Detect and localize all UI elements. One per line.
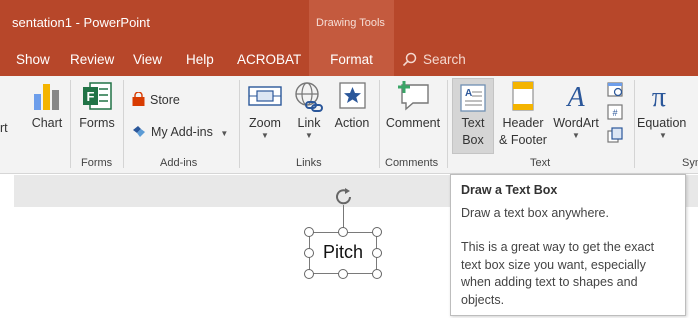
- header-footer-label: Header & Footer: [496, 115, 550, 149]
- resize-handle[interactable]: [304, 227, 314, 237]
- chevron-down-icon: ▼: [261, 131, 269, 140]
- drawing-tools-label: Drawing Tools: [316, 17, 385, 29]
- chart-label: Chart: [31, 116, 63, 130]
- tab-review[interactable]: Review: [70, 44, 114, 76]
- smartart-label: rt: [0, 121, 8, 135]
- group-divider: [379, 80, 380, 168]
- group-divider: [123, 80, 124, 168]
- drawing-tools-context-header: Drawing Tools: [309, 0, 394, 44]
- svg-text:A: A: [465, 88, 472, 99]
- group-label-forms: Forms: [81, 157, 113, 169]
- ribbon-panel: rt Chart F Forms Forms Store My Add-ins …: [0, 76, 698, 174]
- new-comment-icon: [398, 81, 429, 111]
- link-button[interactable]: Link ▼: [290, 80, 328, 140]
- svg-text:π: π: [652, 82, 666, 112]
- group-label-addins: Add-ins: [160, 157, 198, 169]
- tell-me-search[interactable]: Search: [402, 44, 466, 76]
- search-icon: [402, 52, 417, 67]
- header-footer-icon: [512, 81, 534, 111]
- resize-handle[interactable]: [304, 269, 314, 279]
- store-button[interactable]: Store: [131, 91, 180, 107]
- date-time-icon[interactable]: [606, 80, 624, 98]
- header-footer-label-line2: & Footer: [499, 133, 547, 147]
- text-box-label-line1: Text: [461, 116, 485, 130]
- resize-handle[interactable]: [338, 227, 348, 237]
- slide-number-icon[interactable]: #: [606, 103, 624, 121]
- comment-label: Comment: [385, 116, 441, 130]
- zoom-slides-icon: [248, 86, 282, 106]
- rotate-handle-icon[interactable]: [333, 186, 355, 208]
- tab-format[interactable]: Format: [309, 44, 394, 76]
- chart-icon: [34, 84, 59, 110]
- action-label: Action: [334, 116, 370, 130]
- addins-icon: [133, 126, 145, 137]
- chevron-down-icon: ▼: [305, 131, 313, 140]
- group-label-text: Text: [530, 157, 551, 169]
- text-box-content[interactable]: Pitch: [309, 242, 377, 263]
- chevron-down-icon: ▼: [572, 131, 580, 140]
- title-bar: sentation1 - PowerPoint Drawing Tools: [0, 0, 698, 44]
- chevron-down-icon: ▼: [659, 131, 667, 140]
- wordart-label: WordArt: [553, 116, 599, 130]
- tab-view[interactable]: View: [133, 44, 162, 76]
- chart-button[interactable]: Chart: [27, 80, 67, 131]
- smartart-button[interactable]: rt: [0, 80, 24, 136]
- text-box-button[interactable]: A Text Box: [452, 78, 494, 154]
- window-title: sentation1 - PowerPoint: [12, 15, 151, 30]
- svg-text:#: #: [612, 108, 617, 118]
- svg-text:F: F: [87, 89, 95, 104]
- wordart-icon: A: [565, 82, 585, 112]
- equation-button[interactable]: π Equation ▼: [637, 80, 698, 140]
- tab-slide-show[interactable]: Show: [16, 44, 50, 76]
- chevron-down-icon: ▼: [220, 129, 229, 138]
- resize-handle[interactable]: [372, 227, 382, 237]
- ribbon-tabs: Show Review View Help ACROBAT Format Sea…: [0, 44, 698, 76]
- search-label: Search: [423, 52, 466, 67]
- wordart-button[interactable]: A WordArt ▼: [550, 80, 602, 140]
- resize-handle[interactable]: [372, 248, 382, 258]
- text-small-tools: #: [606, 80, 626, 144]
- group-divider: [447, 80, 448, 168]
- group-divider: [239, 80, 240, 168]
- header-footer-button[interactable]: Header & Footer: [496, 80, 550, 149]
- equation-label: Equation: [637, 116, 687, 130]
- text-box-tooltip: Draw a Text Box Draw a text box anywhere…: [450, 174, 686, 316]
- object-icon[interactable]: [606, 126, 624, 144]
- action-star-icon: [339, 82, 366, 109]
- group-label-comments: Comments: [385, 157, 439, 169]
- forms-label: Forms: [79, 116, 115, 130]
- group-divider: [70, 80, 71, 168]
- header-footer-label-line1: Header: [502, 116, 544, 130]
- tab-help[interactable]: Help: [186, 44, 214, 76]
- resize-handle[interactable]: [372, 269, 382, 279]
- zoom-button[interactable]: Zoom ▼: [243, 80, 287, 140]
- text-box-label-line2: Box: [462, 133, 484, 147]
- text-box-icon: A: [460, 84, 486, 112]
- my-addins-label: My Add-ins: [151, 125, 213, 139]
- action-button[interactable]: Action: [330, 80, 374, 131]
- comment-button[interactable]: Comment: [382, 80, 444, 131]
- my-addins-button[interactable]: My Add-ins ▼: [131, 124, 228, 139]
- group-divider: [634, 80, 635, 168]
- store-bag-icon: [132, 91, 145, 106]
- group-label-symbols: Sym: [682, 157, 698, 169]
- tooltip-description: This is a great way to get the exact tex…: [461, 240, 655, 307]
- pi-equation-icon: π: [652, 82, 666, 112]
- globe-link-icon: [295, 82, 323, 112]
- forms-button[interactable]: F Forms: [74, 80, 120, 131]
- tab-acrobat[interactable]: ACROBAT: [237, 44, 301, 76]
- tooltip-title: Draw a Text Box: [461, 183, 558, 197]
- tooltip-summary: Draw a text box anywhere.: [461, 206, 609, 220]
- link-label: Link: [297, 116, 321, 130]
- text-box-label: Text Box: [453, 115, 493, 149]
- svg-text:A: A: [565, 82, 585, 112]
- forms-icon: F: [83, 82, 112, 110]
- resize-handle[interactable]: [304, 248, 314, 258]
- zoom-label: Zoom: [249, 116, 281, 130]
- store-label: Store: [150, 93, 180, 107]
- group-label-links: Links: [296, 157, 322, 169]
- resize-handle[interactable]: [338, 269, 348, 279]
